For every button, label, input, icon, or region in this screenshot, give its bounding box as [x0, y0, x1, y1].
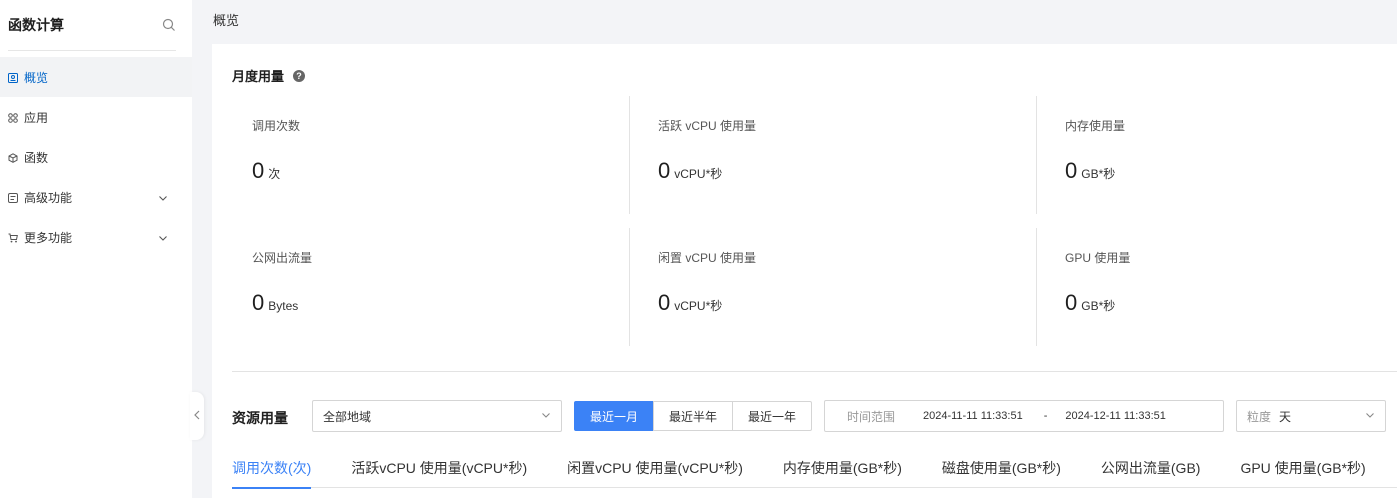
metric-invocations: 调用次数 0次: [252, 117, 632, 184]
sidebar-item-apps[interactable]: 应用: [0, 97, 192, 137]
sidebar-item-label: 概览: [24, 70, 49, 85]
metric-label: 闲置 vCPU 使用量: [658, 251, 757, 265]
metric-unit: 次: [268, 167, 281, 181]
date-range-end[interactable]: 2024-12-11 11:33:51: [1065, 410, 1166, 422]
tab-idle-vcpu[interactable]: 闲置vCPU 使用量(vCPU*秒): [567, 448, 743, 488]
metric-memory: 内存使用量 0 GB*秒: [1065, 117, 1397, 184]
range-last-year-button[interactable]: 最近一年: [732, 401, 813, 431]
metric-label: 公网出流量: [252, 251, 313, 265]
sidebar-item-label: 函数: [24, 150, 49, 165]
sidebar-item-label: 高级功能: [24, 190, 73, 205]
granularity-value: 天: [1279, 409, 1292, 424]
metric-divider: [629, 228, 630, 346]
metric-divider: [1036, 96, 1037, 214]
metric-gpu: GPU 使用量 0 GB*秒: [1065, 249, 1397, 316]
metric-value: 0: [252, 158, 265, 183]
sidebar-item-functions[interactable]: 函数: [0, 137, 192, 177]
metric-unit: vCPU*秒: [674, 167, 723, 181]
advanced-icon: [8, 192, 18, 203]
metric-idle-vcpu: 闲置 vCPU 使用量 0 vCPU*秒: [658, 249, 1038, 316]
chevron-down-icon: [158, 192, 168, 202]
chevron-down-icon: [158, 232, 168, 242]
sidebar-item-more[interactable]: 更多功能: [0, 217, 192, 257]
tab-invocations[interactable]: 调用次数(次): [232, 448, 312, 489]
sidebar: 函数计算 概览 应用 函数 高级功能 更多功能: [0, 0, 192, 498]
granularity-label: 粒度: [1247, 409, 1272, 424]
sidebar-item-label: 应用: [24, 110, 49, 125]
dashboard-icon: [8, 72, 18, 83]
region-select-value: 全部地域: [323, 409, 372, 424]
metric-label: 调用次数: [252, 119, 301, 133]
range-segmented-control: 最近一月 最近半年 最近一年: [574, 401, 813, 431]
sidebar-item-advanced[interactable]: 高级功能: [0, 177, 192, 217]
metric-unit: Bytes: [268, 299, 299, 313]
date-range-start[interactable]: 2024-11-11 11:33:51: [923, 410, 1023, 422]
monthly-usage-title: 月度用量 ?: [232, 66, 306, 85]
chevron-left-icon: [193, 409, 201, 423]
help-icon[interactable]: ?: [293, 69, 306, 82]
region-select[interactable]: 全部地域: [312, 400, 562, 432]
tab-disk[interactable]: 磁盘使用量(GB*秒): [942, 448, 1061, 488]
metric-unit: vCPU*秒: [674, 299, 723, 313]
search-icon[interactable]: [162, 18, 176, 32]
sidebar-collapse-handle[interactable]: [190, 392, 204, 440]
sidebar-title: 函数计算: [8, 17, 64, 33]
metric-label: GPU 使用量: [1065, 251, 1131, 265]
metric-egress: 公网出流量 0 Bytes: [252, 249, 632, 316]
cart-icon: [8, 232, 18, 243]
section-divider: [232, 371, 1397, 372]
metric-value: 0: [1065, 290, 1078, 315]
metric-value: 0: [658, 158, 671, 183]
date-range-label: 时间范围: [847, 409, 896, 424]
sidebar-nav: 概览 应用 函数 高级功能 更多功能: [0, 57, 192, 257]
tab-memory[interactable]: 内存使用量(GB*秒): [783, 448, 902, 488]
metric-value: 0: [1065, 158, 1078, 183]
tab-egress[interactable]: 公网出流量(GB): [1101, 448, 1201, 488]
range-last-half-year-button[interactable]: 最近半年: [653, 401, 734, 431]
sidebar-header: 函数计算: [0, 0, 192, 50]
main-panel: 月度用量 ? 调用次数 0次 活跃 vCPU 使用量 0 vCPU*秒 内存使用量…: [212, 44, 1397, 498]
apps-icon: [8, 112, 18, 123]
granularity-select[interactable]: 粒度天: [1236, 400, 1386, 432]
metric-value: 0: [252, 290, 265, 315]
metric-unit: GB*秒: [1081, 167, 1116, 181]
metric-divider: [1036, 228, 1037, 346]
resource-usage-title: 资源用量: [232, 410, 288, 426]
metric-label: 活跃 vCPU 使用量: [658, 119, 757, 133]
sidebar-item-label: 更多功能: [24, 230, 73, 245]
sidebar-divider: [8, 50, 176, 51]
sidebar-item-overview[interactable]: 概览: [0, 57, 192, 97]
chevron-down-icon: [1365, 409, 1375, 423]
tab-active-vcpu[interactable]: 活跃vCPU 使用量(vCPU*秒): [351, 448, 527, 488]
cube-icon: [8, 152, 18, 163]
date-range-picker[interactable]: 时间范围 2024-11-11 11:33:51 - 2024-12-11 11…: [824, 400, 1224, 432]
metric-unit: GB*秒: [1081, 299, 1116, 313]
monthly-usage-title-text: 月度用量: [232, 69, 285, 84]
metric-label: 内存使用量: [1065, 119, 1126, 133]
date-range-separator: -: [1043, 410, 1048, 422]
chevron-down-icon: [541, 409, 551, 423]
metric-active-vcpu: 活跃 vCPU 使用量 0 vCPU*秒: [658, 117, 1038, 184]
range-last-month-button[interactable]: 最近一月: [574, 401, 655, 431]
metric-divider: [629, 96, 630, 214]
metric-value: 0: [658, 290, 671, 315]
metric-tabs: 调用次数(次) 活跃vCPU 使用量(vCPU*秒) 闲置vCPU 使用量(vC…: [232, 448, 1397, 489]
page-title: 概览: [213, 13, 240, 28]
tab-gpu[interactable]: GPU 使用量(GB*秒): [1240, 448, 1365, 488]
